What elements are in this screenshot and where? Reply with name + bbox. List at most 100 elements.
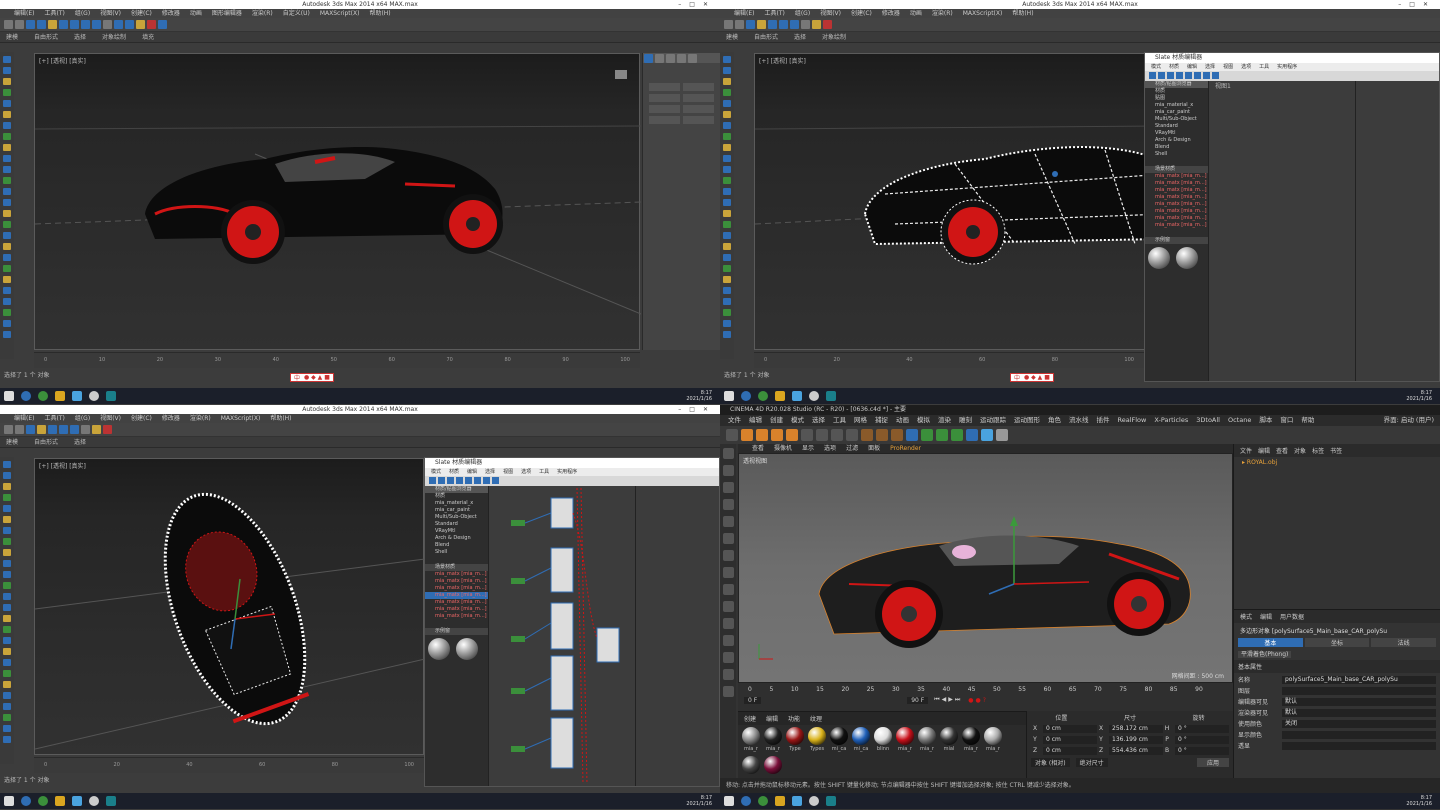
browser-item[interactable]: mia_car_paint: [425, 507, 488, 514]
object-type-button[interactable]: [649, 105, 680, 113]
viewport-menu-item[interactable]: 选项: [824, 444, 836, 453]
menu-modifiers[interactable]: 修改器: [882, 9, 900, 18]
c4d-menu-item[interactable]: 角色: [1048, 415, 1061, 426]
material-swatch[interactable]: [763, 756, 783, 775]
tool-icon[interactable]: [723, 133, 731, 140]
c4d-menu-item[interactable]: 脚本: [1259, 415, 1272, 426]
tool-icon[interactable]: [723, 232, 731, 239]
attr-value[interactable]: 默认: [1282, 708, 1436, 717]
object-row[interactable]: ▸ ROYAL.obj: [1234, 457, 1440, 468]
apply-button[interactable]: 应用: [1196, 758, 1229, 767]
slate-menu-view[interactable]: 视图: [1223, 63, 1233, 71]
ribbon-tab-modeling[interactable]: 建模: [726, 32, 738, 42]
material-editor-icon[interactable]: [136, 20, 145, 29]
browser-item[interactable]: 材质: [425, 493, 488, 500]
tool-icon[interactable]: [723, 89, 731, 96]
scene-material[interactable]: mia_matx [mia_m...]: [1145, 208, 1208, 215]
tool-icon[interactable]: [723, 177, 731, 184]
tool-icon[interactable]: [723, 122, 731, 129]
coord-mode-select[interactable]: 对象 (相对): [1031, 758, 1070, 767]
c4d-menu-item[interactable]: 模拟: [917, 415, 930, 426]
link-icon[interactable]: [26, 20, 35, 29]
tool-icon[interactable]: [3, 265, 11, 272]
mat-menu-item[interactable]: 创建: [744, 714, 756, 723]
c4d-menu-item[interactable]: 流水线: [1069, 415, 1089, 426]
hierarchy-tab-icon[interactable]: [666, 54, 675, 63]
c4d-menu-item[interactable]: 模式: [791, 415, 804, 426]
menu-help[interactable]: 帮助(H): [270, 414, 291, 423]
material-swatch[interactable]: mi_ca: [829, 727, 849, 752]
ribbon-tab-freeform[interactable]: 自由形式: [34, 437, 58, 447]
material-swatch[interactable]: mia_r: [741, 727, 761, 752]
rotate-icon[interactable]: [779, 20, 788, 29]
tool-icon[interactable]: [483, 477, 490, 484]
tool-icon[interactable]: [3, 703, 11, 710]
browser-icon[interactable]: [21, 796, 31, 806]
browser-item[interactable]: Arch & Design: [425, 535, 488, 542]
ribbon-tab-populate[interactable]: 填充: [142, 32, 154, 42]
undo-icon[interactable]: [726, 429, 738, 441]
tool-icon[interactable]: [3, 659, 11, 666]
frame-end-field[interactable]: 90 F: [907, 696, 929, 704]
tool-icon[interactable]: [722, 516, 734, 527]
undo-icon[interactable]: [4, 425, 13, 434]
tool-icon[interactable]: [722, 584, 734, 595]
cube-icon[interactable]: [906, 429, 918, 441]
tool-icon[interactable]: [3, 560, 11, 567]
tool-icon[interactable]: [723, 331, 731, 338]
slate-menu-options[interactable]: 选项: [1241, 63, 1251, 71]
material-swatch[interactable]: Types: [807, 727, 827, 752]
c4d-menu-item[interactable]: 捕捉: [875, 415, 888, 426]
tool-icon[interactable]: [1149, 72, 1156, 79]
c4d-menu-item[interactable]: 工具: [833, 415, 846, 426]
menu-maxscript[interactable]: MAXScript(X): [320, 9, 360, 18]
ime-toolbar[interactable]: 中 ● ◆ ▲ ■: [290, 373, 334, 382]
ime-toolbar[interactable]: 中 ● ◆ ▲ ■: [1010, 373, 1054, 382]
menu-tools[interactable]: 工具(T): [44, 414, 64, 423]
object-type-button[interactable]: [683, 83, 714, 91]
tool-icon[interactable]: [3, 210, 11, 217]
tool-icon[interactable]: [456, 477, 463, 484]
attr-value[interactable]: [1282, 730, 1436, 739]
browser-item[interactable]: Standard: [425, 521, 488, 528]
browser-item[interactable]: mia_material_x: [425, 500, 488, 507]
prorender-menu[interactable]: ProRender: [890, 444, 921, 453]
render-icon[interactable]: [103, 425, 112, 434]
material-swatch[interactable]: mi_ca: [851, 727, 871, 752]
menu-maxscript[interactable]: MAXScript(X): [221, 414, 261, 423]
menu-animation[interactable]: 动画: [910, 9, 922, 18]
render-settings-icon[interactable]: [891, 429, 903, 441]
browser-item[interactable]: Blend: [1145, 144, 1208, 151]
menu-modifiers[interactable]: 修改器: [162, 9, 180, 18]
ime-mode[interactable]: 中: [294, 373, 300, 382]
browser-icon[interactable]: [741, 391, 751, 401]
clock[interactable]: 8:17 2021/1/16: [1406, 390, 1432, 402]
menu-tools[interactable]: 工具(T): [44, 9, 64, 18]
c4d-taskbar-icon[interactable]: [826, 796, 836, 806]
obj-menu-item[interactable]: 文件: [1240, 446, 1252, 455]
attr-value[interactable]: [1282, 686, 1436, 695]
tool-icon[interactable]: [3, 309, 11, 316]
scale-icon[interactable]: [790, 20, 799, 29]
clock[interactable]: 8:17 2021/1/16: [686, 390, 712, 402]
tool-icon[interactable]: [3, 232, 11, 239]
menu-render[interactable]: 渲染(R): [932, 9, 953, 18]
material-swatch[interactable]: Type: [785, 727, 805, 752]
c4d-viewport[interactable]: 透视视图 网格间距 : 500 cm: [738, 453, 1233, 683]
browser-item[interactable]: Standard: [1145, 123, 1208, 130]
undo-icon[interactable]: [4, 20, 13, 29]
attr-menu-item[interactable]: 用户数据: [1280, 612, 1304, 621]
c4d-menu-item[interactable]: X-Particles: [1154, 415, 1188, 426]
perspective-viewport[interactable]: [+] [透视] [真实]: [34, 458, 425, 755]
tool-icon[interactable]: [3, 527, 11, 534]
sample-sphere[interactable]: [456, 638, 478, 660]
object-type-button[interactable]: [649, 94, 680, 102]
tool-icon[interactable]: [1185, 72, 1192, 79]
x-axis-icon[interactable]: [801, 429, 813, 441]
rotate-icon[interactable]: [786, 429, 798, 441]
move-icon[interactable]: [756, 429, 768, 441]
render-icon[interactable]: [147, 20, 156, 29]
menu-render[interactable]: 渲染(R): [190, 414, 211, 423]
tool-icon[interactable]: [3, 615, 11, 622]
ribbon-tab-paint[interactable]: 对象绘制: [102, 32, 126, 42]
